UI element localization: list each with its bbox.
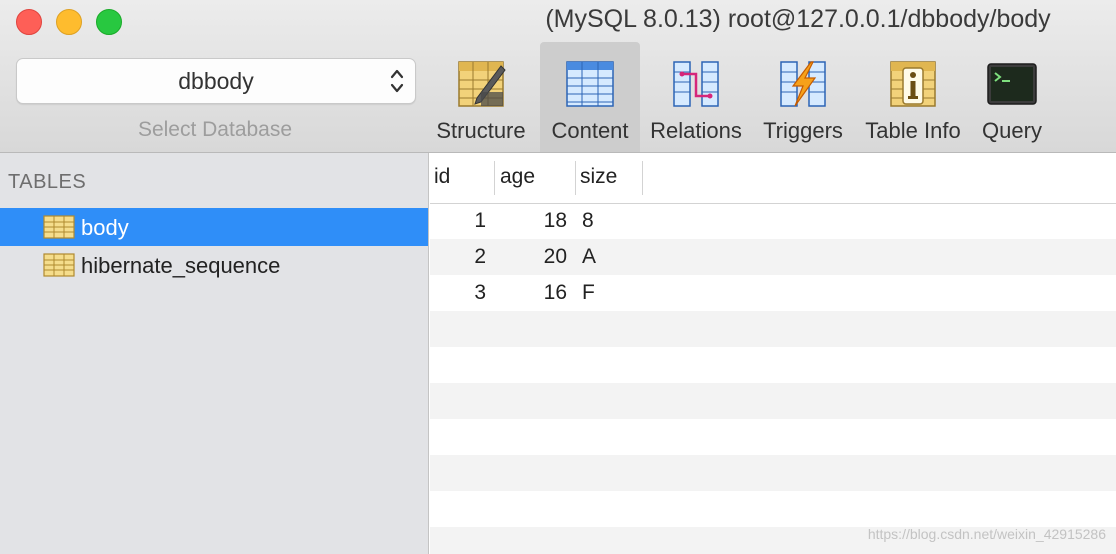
- column-separator[interactable]: [575, 161, 576, 195]
- minimize-window-button[interactable]: [56, 9, 82, 35]
- tab-content[interactable]: Content: [540, 42, 640, 152]
- triggers-icon: [780, 61, 826, 107]
- select-arrows-icon: [390, 69, 404, 93]
- table-row[interactable]: 3 16 F: [430, 275, 1116, 311]
- table-item-label: body: [81, 215, 129, 240]
- cell-age[interactable]: 20: [500, 245, 567, 269]
- table-row[interactable]: 2 20 A: [430, 239, 1116, 275]
- cell-size[interactable]: F: [582, 281, 595, 305]
- database-select-value: dbbody: [178, 68, 254, 94]
- relations-icon: [673, 61, 719, 107]
- cell-age[interactable]: 18: [500, 209, 567, 233]
- tab-relations-label: Relations: [650, 118, 742, 143]
- tables-sidebar: TABLES body hibernate_sequence: [0, 153, 429, 554]
- tab-structure-label: Structure: [436, 118, 526, 143]
- tab-query[interactable]: Query: [970, 42, 1054, 152]
- database-select[interactable]: dbbody: [16, 58, 416, 104]
- tab-table-info-label: Table Info: [865, 118, 961, 143]
- cell-id[interactable]: 2: [430, 245, 486, 269]
- table-item-hibernate-sequence[interactable]: hibernate_sequence: [0, 246, 428, 284]
- table-info-icon: [890, 61, 936, 107]
- cell-id[interactable]: 3: [430, 281, 486, 305]
- empty-row: [430, 383, 1116, 419]
- window-toolbar: (MySQL 8.0.13) root@127.0.0.1/dbbody/bod…: [0, 0, 1116, 153]
- cell-size[interactable]: 8: [582, 209, 594, 233]
- tab-structure[interactable]: Structure: [428, 42, 534, 152]
- watermark: https://blog.csdn.net/weixin_42915286: [867, 526, 1106, 542]
- table-item-label: hibernate_sequence: [81, 253, 281, 278]
- grid-header: id age size: [430, 153, 1116, 204]
- tab-relations[interactable]: Relations: [644, 42, 748, 152]
- column-separator[interactable]: [642, 161, 643, 195]
- cell-age[interactable]: 16: [500, 281, 567, 305]
- structure-icon: [458, 61, 506, 107]
- column-header-id[interactable]: id: [434, 165, 450, 189]
- empty-row: [430, 455, 1116, 491]
- window-title: (MySQL 8.0.13) root@127.0.0.1/dbbody/bod…: [545, 5, 1051, 33]
- tab-table-info[interactable]: Table Info: [858, 42, 968, 152]
- empty-row: [430, 347, 1116, 383]
- tables-header: TABLES: [8, 171, 87, 193]
- tab-triggers[interactable]: Triggers: [752, 42, 854, 152]
- tab-content-label: Content: [551, 118, 629, 143]
- empty-row: [430, 311, 1116, 347]
- tab-triggers-label: Triggers: [763, 118, 843, 143]
- column-separator[interactable]: [494, 161, 495, 195]
- column-header-age[interactable]: age: [500, 165, 535, 189]
- content-icon: [566, 61, 614, 107]
- tab-query-label: Query: [982, 118, 1042, 143]
- maximize-window-button[interactable]: [96, 9, 122, 35]
- column-header-size[interactable]: size: [580, 165, 617, 189]
- cell-size[interactable]: A: [582, 245, 596, 269]
- select-database-caption: Select Database: [137, 118, 293, 141]
- table-item-body[interactable]: body: [0, 208, 428, 246]
- empty-row: [430, 491, 1116, 527]
- table-icon: [43, 253, 75, 277]
- close-window-button[interactable]: [16, 9, 42, 35]
- query-icon: [987, 63, 1037, 105]
- content-grid: id age size 1 18 8 2 20 A 3 16 F https:/…: [430, 153, 1116, 554]
- table-icon: [43, 215, 75, 239]
- table-row[interactable]: 1 18 8: [430, 203, 1116, 239]
- cell-id[interactable]: 1: [430, 209, 486, 233]
- empty-row: [430, 419, 1116, 455]
